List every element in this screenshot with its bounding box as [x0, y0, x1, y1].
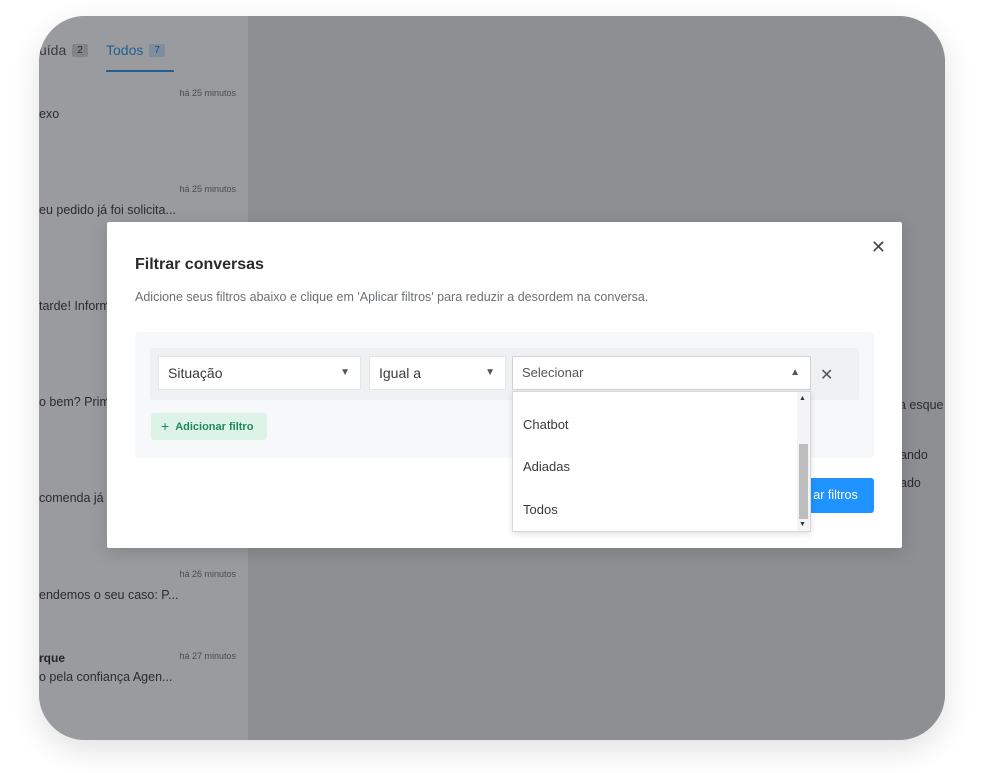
scroll-thumb[interactable]: [799, 444, 808, 519]
value-select-placeholder: Selecionar: [522, 365, 584, 380]
value-select[interactable]: Selecionar ▲: [512, 356, 811, 390]
conversation-preview: o pela confiança Agen...: [39, 670, 173, 684]
attribute-select-value: Situação: [168, 365, 223, 381]
conversation-preview: endemos o seu caso: P...: [39, 588, 179, 602]
remove-filter-icon[interactable]: ✕: [820, 365, 833, 385]
tab-all[interactable]: Todos 7: [106, 42, 165, 58]
conversation-time: há 25 minutos: [179, 184, 236, 194]
conversation-preview: exo: [39, 107, 60, 121]
caret-down-icon: ▼: [485, 367, 495, 378]
close-icon[interactable]: ✕: [871, 238, 886, 256]
dropdown-option[interactable]: Todos: [523, 502, 558, 517]
add-filter-label: Adicionar filtro: [175, 421, 254, 433]
active-tab-indicator: [106, 70, 174, 72]
operator-select[interactable]: Igual a ▼: [369, 356, 506, 390]
conversation-time: há 27 minutos: [179, 651, 236, 661]
conversation-time: há 26 minutos: [179, 569, 236, 579]
modal-title: Filtrar conversas: [135, 256, 264, 273]
tab-count-badge: 7: [149, 44, 165, 57]
plus-icon: +: [161, 418, 170, 434]
scroll-up-icon[interactable]: ▲: [799, 395, 806, 402]
value-dropdown-list: Chatbot Adiadas Todos ▲ ▼: [512, 391, 811, 532]
dropdown-option[interactable]: Adiadas: [523, 459, 570, 474]
caret-up-icon: ▲: [790, 367, 800, 378]
conversation-time: há 25 minutos: [179, 88, 236, 98]
tab-queue[interactable]: uída 2: [39, 42, 88, 58]
operator-select-value: Igual a: [379, 365, 422, 381]
background-message: ado: [900, 476, 921, 490]
background-message: a esque: [899, 398, 944, 412]
conversation-tabs: uída 2 Todos 7: [39, 38, 248, 74]
dropdown-scrollbar[interactable]: ▲ ▼: [797, 392, 810, 531]
modal-description: Adicione seus filtros abaixo e clique em…: [135, 290, 649, 304]
tab-label: uída: [39, 42, 67, 58]
attribute-select[interactable]: Situação ▼: [158, 356, 361, 390]
conversation-contact-name: rque: [39, 651, 66, 665]
dropdown-option[interactable]: Chatbot: [523, 417, 569, 432]
conversation-preview: eu pedido já foi solicita...: [39, 203, 176, 217]
add-filter-button[interactable]: + Adicionar filtro: [151, 413, 267, 440]
caret-down-icon: ▼: [340, 367, 350, 378]
background-message: ando: [900, 448, 928, 462]
tab-label: Todos: [106, 42, 144, 58]
tab-count-badge: 2: [72, 44, 88, 57]
scroll-down-icon[interactable]: ▼: [799, 521, 806, 528]
